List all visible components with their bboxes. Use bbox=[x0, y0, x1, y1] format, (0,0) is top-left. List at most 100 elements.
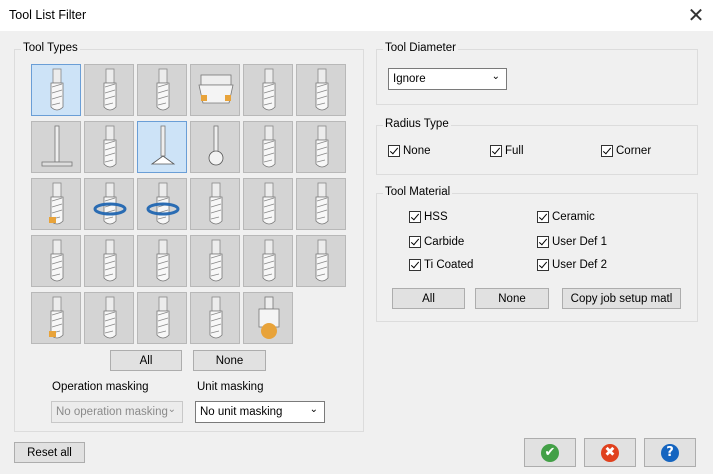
unit-masking-value: No unit masking bbox=[200, 406, 283, 418]
thread-mill-icon bbox=[103, 239, 117, 282]
tool-type-ball-taper-mill-button[interactable] bbox=[84, 292, 134, 344]
left-hand-tap-icon bbox=[146, 182, 180, 225]
dovetail-mill-icon bbox=[150, 125, 176, 165]
tapered-endmill-icon bbox=[209, 239, 223, 282]
counterbore-icon bbox=[315, 182, 329, 225]
tool-type-reamer-button[interactable] bbox=[296, 121, 346, 173]
tool-type-face-mill-button[interactable] bbox=[190, 64, 240, 116]
tool-diameter-label: Tool Diameter bbox=[383, 42, 458, 54]
checkbox-check-icon bbox=[409, 259, 421, 271]
operation-masking-value: No operation masking bbox=[56, 406, 168, 418]
tool-type-countersink-button[interactable] bbox=[31, 235, 81, 287]
material-none-button[interactable]: None bbox=[475, 288, 549, 309]
ball-endmill-icon bbox=[103, 68, 117, 111]
tool-type-center-drill-button[interactable] bbox=[190, 178, 240, 230]
slot-mill-icon bbox=[41, 125, 73, 167]
radius-corner-checkbox[interactable]: Corner bbox=[601, 145, 651, 157]
tool-types-all-button[interactable]: All bbox=[110, 350, 182, 371]
chamfer-mill-icon bbox=[262, 68, 276, 111]
lens-mill-icon bbox=[209, 296, 223, 339]
tool-type-chamfer-mill-button[interactable] bbox=[243, 64, 293, 116]
material-ticoated-checkbox[interactable]: Ti Coated bbox=[409, 259, 473, 271]
checkbox-check-icon bbox=[537, 236, 549, 248]
material-userdef1-checkbox[interactable]: User Def 1 bbox=[537, 236, 607, 248]
tool-type-tapered-endmill-button[interactable] bbox=[190, 235, 240, 287]
material-hss-checkbox[interactable]: HSS bbox=[409, 211, 448, 223]
material-ticoated-label: Ti Coated bbox=[424, 259, 474, 271]
help-button[interactable]: ? bbox=[644, 438, 696, 467]
tool-type-taper-mill-button[interactable] bbox=[84, 121, 134, 173]
checkbox-check-icon bbox=[601, 145, 613, 157]
red-x-icon: ✖ bbox=[601, 443, 619, 462]
checkbox-check-icon bbox=[388, 145, 400, 157]
tool-type-slot-mill-button[interactable] bbox=[31, 121, 81, 173]
tool-type-left-hand-tap-button[interactable] bbox=[137, 178, 187, 230]
checkbox-check-icon bbox=[537, 211, 549, 223]
face-mill-icon bbox=[198, 74, 234, 104]
operation-masking-select[interactable]: No operation masking ⌄ bbox=[51, 401, 183, 423]
material-all-button[interactable]: All bbox=[392, 288, 465, 309]
green-check-icon: ✔ bbox=[541, 443, 559, 462]
drill-icon bbox=[262, 125, 276, 168]
tool-type-insert-mill-button[interactable] bbox=[243, 235, 293, 287]
tool-type-form-mill-button[interactable] bbox=[296, 64, 346, 116]
tool-type-flat-endmill-button[interactable] bbox=[31, 64, 81, 116]
checkbox-check-icon bbox=[409, 211, 421, 223]
radius-none-label: None bbox=[403, 145, 431, 157]
tool-type-counterbore-button[interactable] bbox=[296, 178, 346, 230]
material-carbide-checkbox[interactable]: Carbide bbox=[409, 236, 464, 248]
copy-job-setup-material-button[interactable]: Copy job setup matl bbox=[562, 288, 681, 309]
material-userdef1-label: User Def 1 bbox=[552, 236, 607, 248]
checkbox-check-icon bbox=[490, 145, 502, 157]
tool-type-boring-bar-button[interactable] bbox=[31, 178, 81, 230]
form-mill-icon bbox=[315, 68, 329, 111]
cancel-button[interactable]: ✖ bbox=[584, 438, 636, 467]
tool-type-thread-mill-button[interactable] bbox=[84, 235, 134, 287]
tool-type-bull-endmill-button[interactable] bbox=[137, 64, 187, 116]
flat-endmill-icon bbox=[50, 68, 64, 111]
right-hand-tap-icon bbox=[93, 182, 127, 225]
tool-type-disc-mill-button[interactable] bbox=[296, 235, 346, 287]
blue-question-icon: ? bbox=[661, 443, 679, 462]
tool-type-spot-drill-button[interactable] bbox=[243, 178, 293, 230]
tool-types-none-button[interactable]: None bbox=[193, 350, 266, 371]
checkbox-check-icon bbox=[409, 236, 421, 248]
tool-type-engrave-tool-button[interactable] bbox=[137, 235, 187, 287]
radius-full-checkbox[interactable]: Full bbox=[490, 145, 524, 157]
tool-type-radius-drill-button[interactable] bbox=[243, 292, 293, 344]
tool-diameter-value: Ignore bbox=[393, 73, 426, 85]
tool-type-ball-endmill-button[interactable] bbox=[84, 64, 134, 116]
ok-button[interactable]: ✔ bbox=[524, 438, 576, 467]
lollipop-mill-icon bbox=[208, 125, 224, 166]
center-drill-icon bbox=[209, 182, 223, 225]
material-userdef2-checkbox[interactable]: User Def 2 bbox=[537, 259, 607, 271]
radius-none-checkbox[interactable]: None bbox=[388, 145, 431, 157]
tool-type-drill-button[interactable] bbox=[243, 121, 293, 173]
radius-corner-label: Corner bbox=[616, 145, 652, 157]
unit-masking-select[interactable]: No unit masking ⌄ bbox=[195, 401, 325, 423]
reset-all-button[interactable]: Reset all bbox=[14, 442, 85, 463]
checkbox-check-icon bbox=[537, 259, 549, 271]
tool-type-lens-mill-button[interactable] bbox=[190, 292, 240, 344]
unit-masking-label: Unit masking bbox=[197, 381, 264, 393]
radius-drill-icon bbox=[258, 296, 280, 339]
radius-full-label: Full bbox=[505, 145, 524, 157]
material-carbide-label: Carbide bbox=[424, 236, 465, 248]
material-ceramic-checkbox[interactable]: Ceramic bbox=[537, 211, 595, 223]
tool-type-lollipop-mill-button[interactable] bbox=[190, 121, 240, 173]
taper-mill-icon bbox=[103, 125, 117, 168]
material-userdef2-label: User Def 2 bbox=[552, 259, 607, 271]
chevron-down-icon: ⌄ bbox=[491, 71, 500, 82]
material-hss-label: HSS bbox=[424, 211, 448, 223]
tool-diameter-select[interactable]: Ignore ⌄ bbox=[388, 68, 507, 90]
tool-type-dovetail-mill-button[interactable] bbox=[137, 121, 187, 173]
title-bar: Tool List Filter ✕ bbox=[0, 0, 713, 31]
material-ceramic-label: Ceramic bbox=[552, 211, 595, 223]
tool-type-undercut-tool-button[interactable] bbox=[31, 292, 81, 344]
bull-endmill-icon bbox=[156, 68, 170, 111]
tool-type-barrel-mill-button[interactable] bbox=[137, 292, 187, 344]
reamer-icon bbox=[315, 125, 329, 168]
operation-masking-label: Operation masking bbox=[52, 381, 149, 393]
close-icon[interactable]: ✕ bbox=[679, 0, 713, 31]
tool-type-right-hand-tap-button[interactable] bbox=[84, 178, 134, 230]
